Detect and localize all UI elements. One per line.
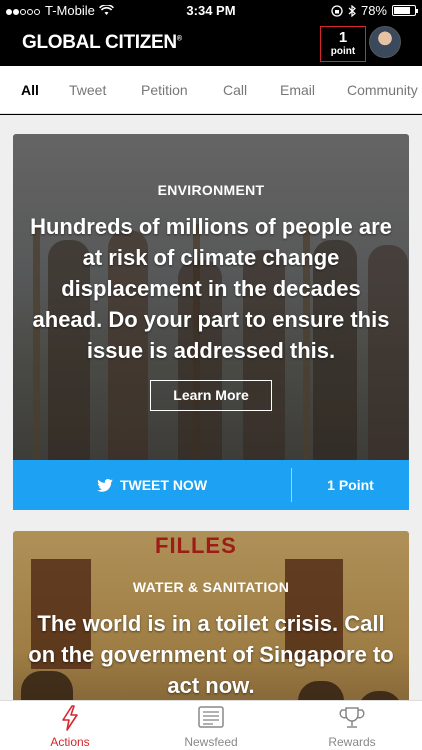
- tweet-action-bar: TWEET NOW 1 Point: [13, 460, 409, 510]
- action-card-environment[interactable]: ENVIRONMENT Hundreds of millions of peop…: [13, 134, 409, 529]
- nav-rewards-label: Rewards: [328, 735, 376, 749]
- lightning-icon: [62, 705, 78, 731]
- tab-all[interactable]: All: [21, 82, 39, 98]
- tweet-now-button[interactable]: TWEET NOW: [13, 460, 291, 510]
- tab-tweet[interactable]: Tweet: [69, 82, 106, 98]
- card-headline: Hundreds of millions of people are at ri…: [30, 214, 392, 363]
- points-counter[interactable]: 1 point: [320, 26, 366, 62]
- card-headline: The world is in a toilet crisis. Call on…: [28, 611, 394, 698]
- tab-call[interactable]: Call: [223, 82, 247, 98]
- points-value: 1: [338, 29, 348, 46]
- tweet-now-label: TWEET NOW: [119, 477, 208, 493]
- filter-tabs: All Tweet Petition Call Email Community: [0, 66, 422, 114]
- bottom-nav: Actions Newsfeed Rewards: [0, 700, 422, 750]
- tab-email[interactable]: Email: [280, 82, 315, 98]
- bluetooth-icon: [348, 4, 356, 17]
- nav-actions-label: Actions: [50, 735, 90, 749]
- rotation-lock-icon: [331, 4, 343, 17]
- battery-icon: [392, 5, 418, 16]
- global-citizen-logo[interactable]: GLOBAL CITIZEN®: [22, 32, 182, 54]
- avatar[interactable]: [369, 26, 401, 58]
- newspaper-icon: [198, 706, 224, 728]
- action-card-water-sanitation[interactable]: FILLES WATER & SANITATION The world is i…: [13, 531, 409, 700]
- action-points: 1 Point: [327, 477, 374, 493]
- tab-petition[interactable]: Petition: [141, 82, 188, 98]
- app-header: GLOBAL CITIZEN® 1 point: [0, 22, 422, 66]
- nav-actions[interactable]: Actions: [0, 701, 140, 750]
- card-category: WATER & SANITATION: [132, 579, 290, 595]
- nav-newsfeed-label: Newsfeed: [184, 735, 238, 749]
- fille-sign: FILLES: [155, 533, 237, 558]
- twitter-bird-icon: [97, 478, 113, 492]
- status-right: 78%: [331, 3, 418, 18]
- tab-community[interactable]: Community: [347, 82, 418, 98]
- learn-more-button[interactable]: Learn More: [150, 380, 272, 411]
- action-feed[interactable]: ENVIRONMENT Hundreds of millions of peop…: [0, 115, 422, 700]
- card-category: ENVIRONMENT: [157, 182, 265, 198]
- trophy-icon: [339, 707, 365, 728]
- status-bar: T-Mobile 3:34 PM 78%: [0, 0, 422, 22]
- battery-percent: 78%: [360, 3, 387, 18]
- nav-rewards[interactable]: Rewards: [282, 701, 422, 750]
- points-label: point: [330, 46, 356, 57]
- nav-newsfeed[interactable]: Newsfeed: [141, 701, 281, 750]
